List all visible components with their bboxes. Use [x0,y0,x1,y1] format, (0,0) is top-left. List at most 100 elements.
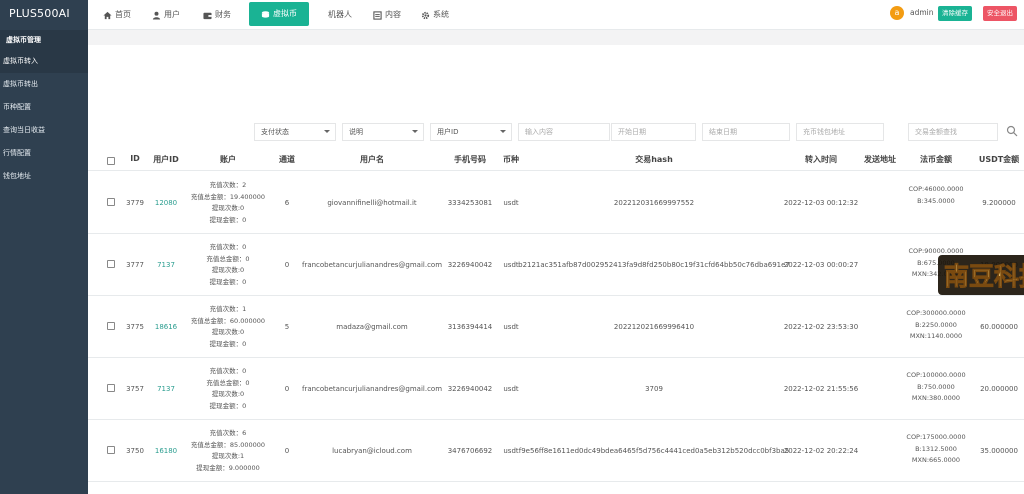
user-id-select[interactable]: 用户ID [430,123,512,141]
coins-icon [261,10,270,18]
user-id-value: 用户ID [437,128,459,136]
nav-item-label: 机器人 [328,10,352,19]
row-checkbox[interactable] [107,384,115,392]
logout-button[interactable]: 安全退出 [983,6,1017,21]
cell-id: 3777 [126,261,144,269]
main-content: 支付状态 说明 用户ID 输入内容 开始日期 结束日期 充币钱包地址 交易金额查… [88,31,1024,494]
cell-id: 3757 [126,385,144,393]
cell-coin: usdt [503,323,519,331]
account-stat-line: 充值总金额：60.000000 [190,316,266,325]
row-checkbox[interactable] [107,198,115,206]
nav-item-users[interactable]: 用户 [152,0,180,30]
cell-coin: usdt [503,447,519,455]
amount-search-input[interactable]: 交易金额查找 [908,123,998,141]
nav-item-label: 内容 [385,10,401,19]
description-value: 说明 [349,128,363,136]
nav-item-robot[interactable]: 机器人 [328,0,352,30]
fiat-amount-line: COP:46000.0000 [908,185,964,193]
table-row: 3757 7137 充值次数：0 充值总金额：0 提现次数:0 提现金额：0 0 franco… [88,358,1024,420]
sidebar-item-market-config[interactable]: 行情配置 [0,142,88,165]
nav-item-label: 首页 [115,10,131,19]
cell-id: 3779 [126,199,144,207]
row-checkbox[interactable] [107,322,115,330]
cell-user-id-link[interactable]: 12080 [155,199,177,207]
cell-deposit-time: 2022-12-02 21:55:56 [783,385,859,393]
account-stat-line: 提现金额：9.000000 [196,463,260,472]
sidebar-item-wallet-address[interactable]: 钱包地址 [0,165,88,188]
cell-deposit-time: 2022-12-03 00:12:32 [783,199,859,207]
col-user-id: 用户ID [153,155,179,164]
fiat-amount-line: COP:100000.0000 [906,371,966,379]
row-checkbox[interactable] [107,260,115,268]
cell-tx-hash: 202212021669996410 [613,323,695,331]
sidebar-item-coin-config[interactable]: 币种配置 [0,96,88,119]
tabs-strip [88,31,1024,45]
cell-account-stats: 充值次数：6 充值总金额：85.000000 提现次数:1 提现金额：9.000000 [191,428,265,474]
cell-user-id-link[interactable]: 16180 [155,447,177,455]
top-navbar: 首页 用户 财务 虚拟币 机器人 内容 系统 a admin 清除缓存 安全退出 [88,0,1024,30]
sidebar-section-title: 虚拟币管理 [0,30,88,50]
col-deposit-time: 转入时间 [805,155,837,164]
cell-account-stats: 充值次数：0 充值总金额：0 提现次数:0 提现金额：0 [206,242,249,288]
nav-item-finance[interactable]: 财务 [203,0,231,30]
cell-coin: usdt [503,199,519,207]
cell-usdt-amount: 20.000000 [980,385,1018,393]
sidebar: PLUS500AI 虚拟币管理 虚拟币转入 虚拟币转出 币种配置 查询当日收益 … [0,0,88,494]
col-id: ID [130,154,140,163]
cell-phone: 3226940042 [447,261,493,269]
select-all-checkbox[interactable] [107,157,115,165]
account-stat-line: 提现金额：0 [209,339,247,348]
cell-coin: usdt [503,261,519,269]
cell-username: giovannifinelli@hotmail.it [327,199,417,207]
document-icon [373,10,382,20]
nav-item-home[interactable]: 首页 [103,0,131,30]
account-stat-line: 提现金额：0 [209,277,247,286]
cell-usdt-amount: 9.200000 [982,199,1016,207]
row-checkbox[interactable] [107,446,115,454]
account-stat-line: 提现金额：0 [209,401,247,410]
fiat-amount-line: B:345.0000 [917,196,955,205]
app-logo: PLUS500AI [9,7,70,20]
end-date-input[interactable]: 结束日期 [702,123,790,141]
wallet-icon [203,12,212,19]
cell-user-id-link[interactable]: 7137 [157,385,175,393]
nav-item-system[interactable]: 系统 [421,0,449,30]
description-select[interactable]: 说明 [342,123,424,141]
wallet-address-input[interactable]: 充币钱包地址 [796,123,884,141]
nav-item-label: 财务 [215,10,231,19]
payment-status-select[interactable]: 支付状态 [254,123,336,141]
keyword-input[interactable]: 输入内容 [518,123,610,141]
account-stat-line: 充值次数：0 [209,367,247,375]
account-stat-line: 提现金额：0 [209,215,247,224]
cell-username: madaza@gmail.com [336,323,408,331]
start-date-input[interactable]: 开始日期 [611,123,696,141]
search-icon[interactable] [1006,125,1018,137]
gear-icon [421,11,430,19]
cell-fiat-amount: COP:175000.0000 B:1312.5000 MXN:665.0000 [906,432,965,467]
cell-channel: 0 [284,385,290,393]
admin-username[interactable]: admin [910,8,934,17]
chevron-down-icon [500,130,506,133]
sidebar-item-withdraw[interactable]: 虚拟币转出 [0,73,88,96]
account-stat-line: 充值次数：6 [209,429,247,437]
cell-account-stats: 充值次数：0 充值总金额：0 提现次数:0 提现金额：0 [206,366,249,412]
col-channel: 通道 [279,155,295,164]
nav-item-content[interactable]: 内容 [373,0,401,30]
cell-coin: usdt [503,385,519,393]
cell-account-stats: 充值次数：1 充值总金额：60.000000 提现次数:0 提现金额：0 [191,304,265,350]
sidebar-item-deposit[interactable]: 虚拟币转入 [0,50,88,73]
payment-status-value: 支付状态 [261,128,289,136]
sidebar-item-daily-earnings[interactable]: 查询当日收益 [0,119,88,142]
account-stat-line: 充值总金额：85.000000 [190,440,266,449]
cell-fiat-amount: COP:100000.0000 B:750.0000 MXN:380.0000 [906,370,965,405]
clear-cache-button[interactable]: 清除缓存 [938,6,972,21]
cell-user-id-link[interactable]: 7137 [157,261,175,269]
avatar[interactable]: a [890,6,904,20]
cell-user-id-link[interactable]: 18616 [155,323,177,331]
cell-phone: 3226940042 [447,385,493,393]
cell-channel: 5 [284,323,290,331]
cell-username: francobetancurjulianandres@gmail.com [301,261,443,269]
fiat-amount-line: B:1312.5000 [915,444,957,453]
nav-item-crypto[interactable]: 虚拟币 [249,2,309,26]
cell-username: francobetancurjulianandres@gmail.com [301,385,443,393]
